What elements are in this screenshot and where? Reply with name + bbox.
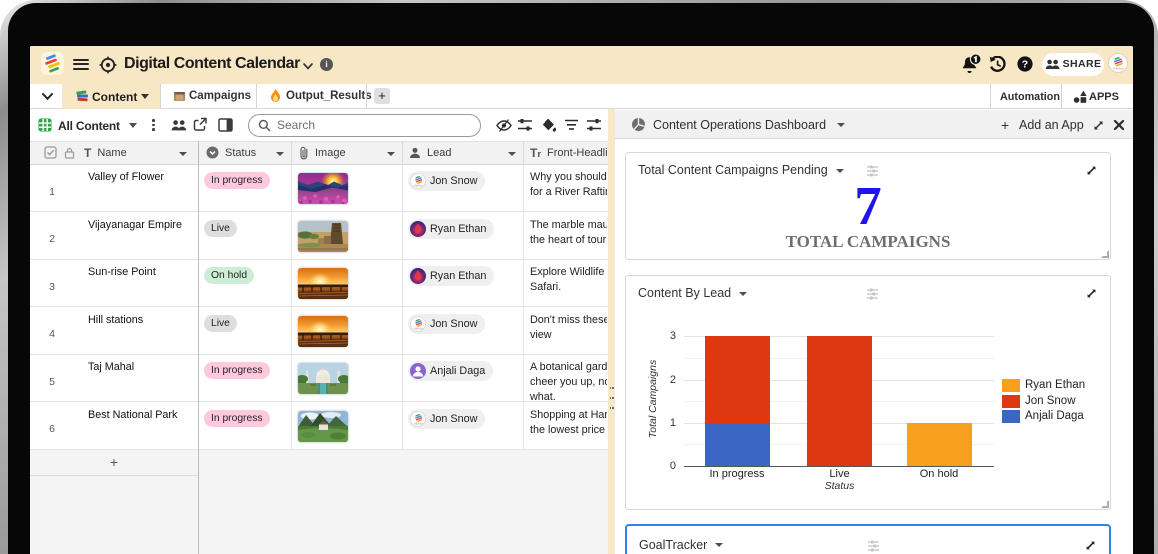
svg-text:VidAMuze: VidAMuze — [414, 422, 425, 425]
svg-text:VidAMuze: VidAMuze — [414, 327, 425, 330]
svg-text:VidAMuze: VidAMuze — [1113, 67, 1125, 70]
svg-text:VidAMuze: VidAMuze — [414, 184, 425, 187]
svg-text:?: ? — [1022, 58, 1028, 70]
